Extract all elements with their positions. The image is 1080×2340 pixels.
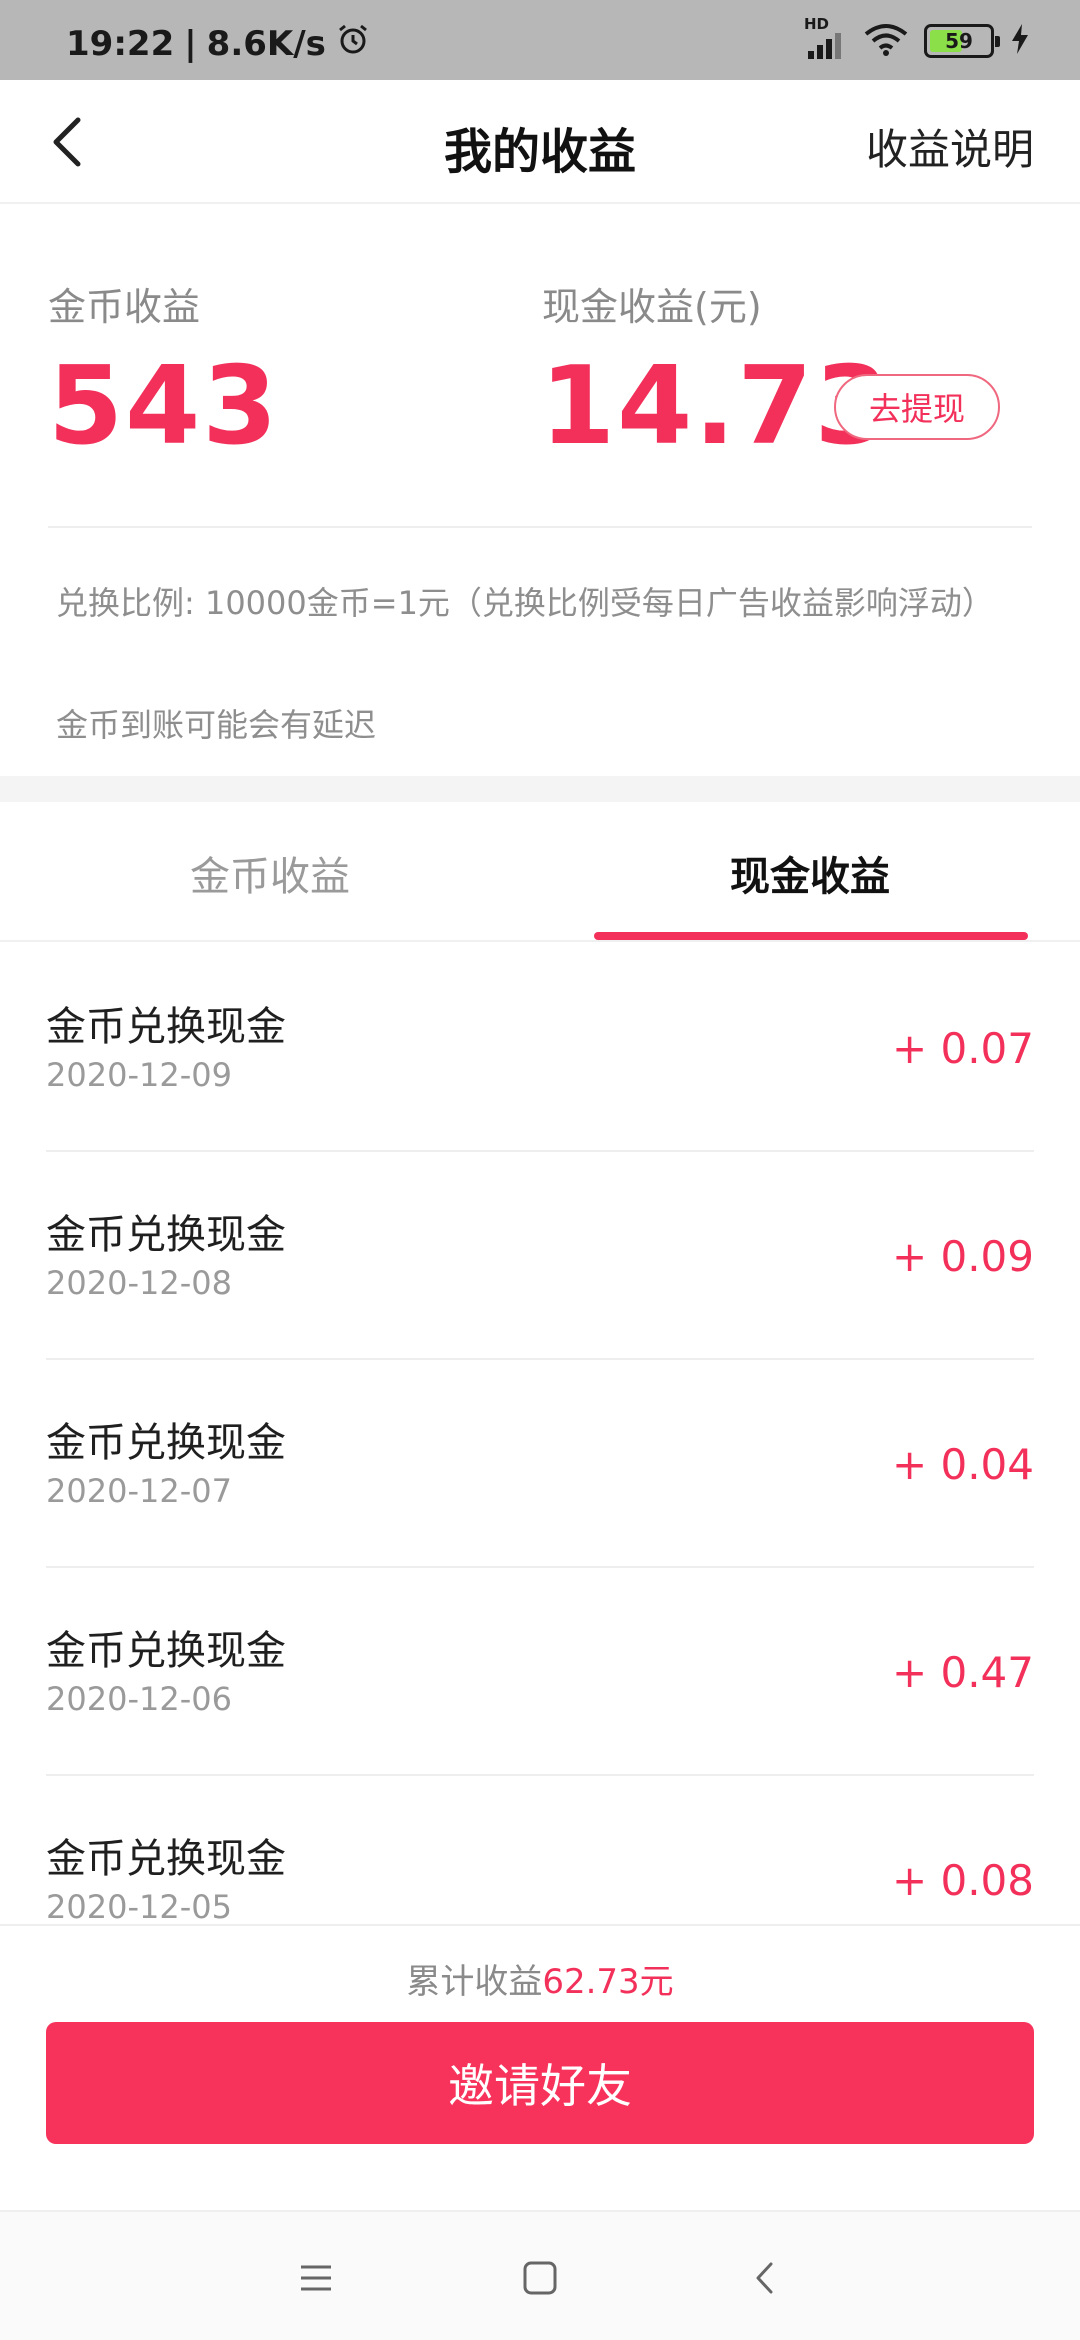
total-earnings-amount: 62.73元 — [542, 1962, 674, 2002]
records-list[interactable]: 金币兑换现金 2020-12-09 + 0.07 金币兑换现金 2020-12-… — [0, 944, 1080, 1924]
home-nav-button[interactable] — [510, 2248, 570, 2308]
charging-icon — [1010, 23, 1030, 59]
section-gap — [0, 776, 1080, 802]
list-item: 金币兑换现金 2020-12-09 + 0.07 — [0, 944, 1080, 1152]
system-nav-bar — [0, 2210, 1080, 2340]
tab-coin-earnings[interactable]: 金币收益 — [50, 844, 490, 902]
record-title: 金币兑换现金 — [46, 1420, 286, 1466]
active-tab-indicator — [594, 932, 1028, 940]
record-date: 2020-12-05 — [46, 1888, 232, 1924]
total-earnings: 累计收益62.73元 — [0, 1954, 1080, 2003]
bottom-panel: 累计收益62.73元 邀请好友 — [0, 1924, 1080, 2210]
exchange-rate-note: 兑换比例: 10000金币=1元（兑换比例受每日广告收益影响浮动） — [56, 584, 994, 622]
record-title: 金币兑换现金 — [46, 1836, 286, 1882]
record-amount: + 0.07 — [891, 1024, 1034, 1073]
battery-icon: 59 — [924, 24, 1000, 58]
record-date: 2020-12-06 — [46, 1680, 232, 1718]
alarm-icon — [336, 22, 370, 65]
menu-icon — [301, 2265, 331, 2291]
record-date: 2020-12-07 — [46, 1472, 232, 1510]
status-left: 19:22 | 8.6K/s — [66, 22, 370, 65]
signal-icon: HD — [804, 15, 848, 59]
back-icon — [756, 2262, 773, 2294]
delay-note: 金币到账可能会有延迟 — [56, 706, 377, 744]
net-speed: 8.6K/s — [206, 23, 326, 64]
summary-divider — [48, 526, 1032, 528]
tab-cash-earnings[interactable]: 现金收益 — [590, 844, 1030, 902]
square-icon — [523, 2261, 557, 2295]
record-amount: + 0.08 — [891, 1856, 1034, 1905]
back-nav-button[interactable] — [736, 2248, 796, 2308]
list-item: 金币兑换现金 2020-12-07 + 0.04 — [0, 1360, 1080, 1568]
status-bar: 19:22 | 8.6K/s HD 59 — [0, 0, 1080, 80]
record-title: 金币兑换现金 — [46, 1628, 286, 1674]
invite-friends-button[interactable]: 邀请好友 — [46, 2022, 1034, 2144]
list-item: 金币兑换现金 2020-12-05 + 0.08 — [0, 1776, 1080, 1924]
status-right: HD 59 — [804, 15, 1030, 60]
earnings-explain-link[interactable]: 收益说明 — [866, 116, 1034, 177]
record-amount: + 0.47 — [891, 1648, 1034, 1697]
record-date: 2020-12-08 — [46, 1264, 232, 1302]
coin-earnings-value: 543 — [48, 344, 280, 469]
coin-earnings-label: 金币收益 — [48, 285, 201, 329]
earnings-summary: 金币收益 543 现金收益(元) 14.73 去提现 兑换比例: 10000金币… — [0, 204, 1080, 776]
clock: 19:22 — [66, 23, 175, 64]
separator: | — [184, 23, 197, 64]
record-title: 金币兑换现金 — [46, 1004, 286, 1050]
page-header: 我的收益 收益说明 — [0, 80, 1080, 204]
earnings-tabs: 金币收益 现金收益 — [0, 802, 1080, 942]
total-earnings-label: 累计收益 — [406, 1962, 543, 2002]
list-item: 金币兑换现金 2020-12-06 + 0.47 — [0, 1568, 1080, 1776]
record-amount: + 0.09 — [891, 1232, 1034, 1281]
menu-nav-button[interactable] — [286, 2248, 346, 2308]
record-amount: + 0.04 — [891, 1440, 1034, 1489]
battery-level: 59 — [945, 29, 973, 53]
record-title: 金币兑换现金 — [46, 1212, 286, 1258]
record-date: 2020-12-09 — [46, 1056, 232, 1094]
list-item: 金币兑换现金 2020-12-08 + 0.09 — [0, 1152, 1080, 1360]
wifi-icon — [864, 22, 908, 60]
cash-earnings-label: 现金收益(元) — [542, 285, 762, 329]
withdraw-button[interactable]: 去提现 — [834, 374, 1000, 440]
